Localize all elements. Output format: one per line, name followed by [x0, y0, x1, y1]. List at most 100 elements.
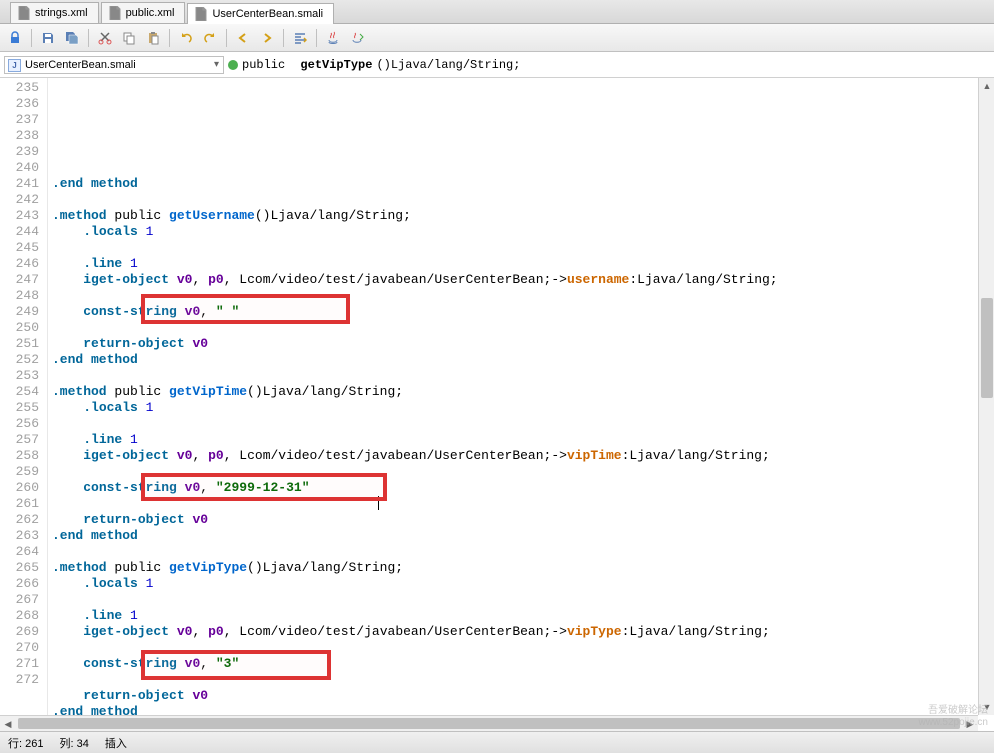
line-number[interactable]: 255: [0, 400, 39, 416]
line-number[interactable]: 267: [0, 592, 39, 608]
vertical-scrollbar[interactable]: ▲ ▼: [978, 78, 994, 715]
cut-button[interactable]: [94, 27, 116, 49]
code-area[interactable]: .end method .method public getUsername()…: [48, 78, 994, 731]
scroll-up-button[interactable]: ▲: [979, 78, 994, 94]
code-line[interactable]: iget-object v0, p0, Lcom/video/test/java…: [48, 272, 994, 288]
code-line[interactable]: .line 1: [48, 608, 994, 624]
code-line[interactable]: return-object v0: [48, 512, 994, 528]
code-line[interactable]: .locals 1: [48, 224, 994, 240]
code-line[interactable]: .method public getVipTime()Ljava/lang/St…: [48, 384, 994, 400]
code-line[interactable]: return-object v0: [48, 336, 994, 352]
line-number[interactable]: 260: [0, 480, 39, 496]
line-number[interactable]: 251: [0, 336, 39, 352]
line-number[interactable]: 268: [0, 608, 39, 624]
paste-button[interactable]: [142, 27, 164, 49]
code-line[interactable]: const-string v0, "3": [48, 656, 994, 672]
line-number[interactable]: 244: [0, 224, 39, 240]
code-line[interactable]: iget-object v0, p0, Lcom/video/test/java…: [48, 448, 994, 464]
line-number[interactable]: 252: [0, 352, 39, 368]
toolbar-separator: [31, 29, 32, 47]
line-number[interactable]: 258: [0, 448, 39, 464]
scroll-thumb[interactable]: [981, 298, 993, 398]
line-number[interactable]: 245: [0, 240, 39, 256]
save-button[interactable]: [37, 27, 59, 49]
lock-button[interactable]: [4, 27, 26, 49]
tab-usercenterbean-smali[interactable]: UserCenterBean.smali: [187, 3, 334, 24]
code-line[interactable]: [48, 464, 994, 480]
back-button[interactable]: [232, 27, 254, 49]
java-button[interactable]: [322, 27, 344, 49]
line-number[interactable]: 238: [0, 128, 39, 144]
code-line[interactable]: .method public getVipType()Ljava/lang/St…: [48, 560, 994, 576]
code-line[interactable]: .method public getUsername()Ljava/lang/S…: [48, 208, 994, 224]
line-number[interactable]: 256: [0, 416, 39, 432]
line-number[interactable]: 249: [0, 304, 39, 320]
line-number[interactable]: 236: [0, 96, 39, 112]
code-line[interactable]: [48, 496, 994, 512]
line-number[interactable]: 259: [0, 464, 39, 480]
file-name: UserCenterBean.smali: [25, 59, 136, 71]
line-number[interactable]: 257: [0, 432, 39, 448]
scroll-left-button[interactable]: ◀: [0, 716, 16, 732]
line-number[interactable]: 253: [0, 368, 39, 384]
line-number[interactable]: 250: [0, 320, 39, 336]
save-all-button[interactable]: [61, 27, 83, 49]
code-line[interactable]: .end method: [48, 528, 994, 544]
line-number[interactable]: 248: [0, 288, 39, 304]
line-number[interactable]: 261: [0, 496, 39, 512]
line-number[interactable]: 270: [0, 640, 39, 656]
undo-button[interactable]: [175, 27, 197, 49]
method-breadcrumb[interactable]: public getVipType ()Ljava/lang/String;: [228, 58, 520, 72]
line-number[interactable]: 264: [0, 544, 39, 560]
code-line[interactable]: iget-object v0, p0, Lcom/video/test/java…: [48, 624, 994, 640]
file-dropdown[interactable]: J UserCenterBean.smali: [4, 56, 224, 74]
line-number[interactable]: 254: [0, 384, 39, 400]
code-line[interactable]: [48, 672, 994, 688]
file-icon: [17, 6, 31, 20]
line-number[interactable]: 271: [0, 656, 39, 672]
code-line[interactable]: [48, 640, 994, 656]
line-number[interactable]: 263: [0, 528, 39, 544]
line-number[interactable]: 243: [0, 208, 39, 224]
code-line[interactable]: [48, 240, 994, 256]
line-number[interactable]: 235: [0, 80, 39, 96]
copy-button[interactable]: [118, 27, 140, 49]
code-line[interactable]: .locals 1: [48, 576, 994, 592]
redo-button[interactable]: [199, 27, 221, 49]
line-number[interactable]: 269: [0, 624, 39, 640]
code-line[interactable]: [48, 416, 994, 432]
format-button[interactable]: [289, 27, 311, 49]
line-number[interactable]: 242: [0, 192, 39, 208]
code-line[interactable]: [48, 320, 994, 336]
code-line[interactable]: .end method: [48, 176, 994, 192]
line-number[interactable]: 272: [0, 672, 39, 688]
code-line[interactable]: const-string v0, " ": [48, 304, 994, 320]
horizontal-scrollbar[interactable]: ◀ ▶: [0, 715, 978, 731]
line-number[interactable]: 241: [0, 176, 39, 192]
tab-public-xml[interactable]: public.xml: [101, 2, 186, 23]
code-line[interactable]: const-string v0, "2999-12-31": [48, 480, 994, 496]
line-gutter[interactable]: 2352362372382392402412422432442452462472…: [0, 78, 48, 731]
code-line[interactable]: [48, 368, 994, 384]
code-line[interactable]: [48, 544, 994, 560]
line-number[interactable]: 262: [0, 512, 39, 528]
line-number[interactable]: 246: [0, 256, 39, 272]
code-line[interactable]: .line 1: [48, 432, 994, 448]
line-number[interactable]: 237: [0, 112, 39, 128]
line-number[interactable]: 239: [0, 144, 39, 160]
code-line[interactable]: [48, 288, 994, 304]
line-number[interactable]: 266: [0, 576, 39, 592]
tab-strings-xml[interactable]: strings.xml: [10, 2, 99, 23]
line-number[interactable]: 240: [0, 160, 39, 176]
line-number[interactable]: 265: [0, 560, 39, 576]
code-line[interactable]: [48, 192, 994, 208]
compile-button[interactable]: [346, 27, 368, 49]
line-number[interactable]: 247: [0, 272, 39, 288]
forward-button[interactable]: [256, 27, 278, 49]
code-line[interactable]: [48, 592, 994, 608]
code-line[interactable]: .end method: [48, 352, 994, 368]
code-line[interactable]: .locals 1: [48, 400, 994, 416]
code-line[interactable]: .line 1: [48, 256, 994, 272]
code-line[interactable]: return-object v0: [48, 688, 994, 704]
scroll-thumb[interactable]: [18, 718, 960, 729]
